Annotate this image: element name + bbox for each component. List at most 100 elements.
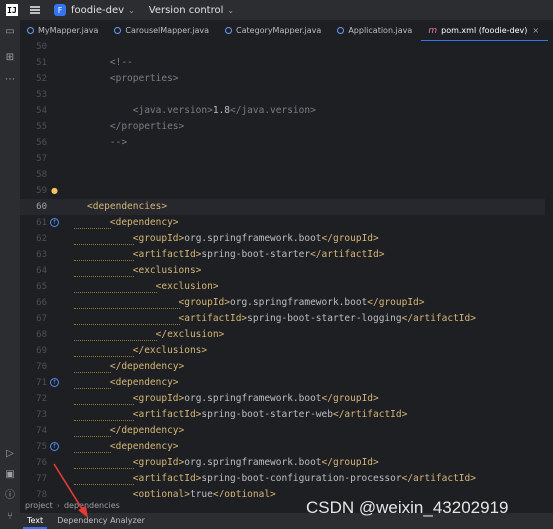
code-line[interactable]: 67 <artifactId>spring-boot-starter-loggi… — [20, 311, 553, 327]
terminal-icon[interactable]: ▣ — [4, 469, 16, 481]
chevron-down-icon[interactable]: ⌄ — [128, 6, 135, 15]
code-text: <properties> — [109, 73, 179, 84]
code-line[interactable]: 73 <artifactId>spring-boot-starter-web</… — [20, 407, 553, 423]
code-line[interactable]: 50 — [20, 41, 553, 55]
code-line[interactable]: 59 ● — [20, 183, 553, 199]
code-line[interactable]: 53 — [20, 87, 553, 103]
watermark-text: CSDN @weixin_43202919 — [306, 498, 509, 517]
code-line[interactable]: 63 <artifactId>spring-boot-starter</arti… — [20, 247, 553, 263]
code-line[interactable]: 62 <groupId>org.springframework.boot</gr… — [20, 231, 553, 247]
tab-mymapper[interactable]: MyMapper.java — [20, 20, 107, 41]
lightbulb-icon[interactable]: ● — [50, 186, 59, 195]
line-number[interactable]: 61 — [20, 215, 47, 231]
code-line[interactable]: 70 </dependency> — [20, 359, 553, 375]
code-editor[interactable]: 50 51 <!-- 52 <properties> 53 54 <java.versi… — [20, 41, 553, 497]
code-line[interactable]: 66 <groupId>org.springframework.boot</gr… — [20, 295, 553, 311]
tab-label: CategoryMapper.java — [236, 26, 322, 35]
line-number[interactable]: 74 — [20, 423, 47, 439]
line-number[interactable]: 68 — [20, 327, 47, 343]
code-line[interactable]: 51 <!-- — [20, 55, 553, 71]
tab-label: MyMapper.java — [38, 26, 99, 35]
line-number[interactable]: 66 — [20, 295, 47, 311]
line-number[interactable]: 73 — [20, 407, 47, 423]
line-number[interactable]: 55 — [20, 119, 47, 135]
tab-categorymapper[interactable]: CategoryMapper.java — [218, 20, 330, 41]
implemented-icon[interactable]: ↑ — [50, 378, 59, 387]
tab-carouselmapper[interactable]: CarouselMapper.java — [107, 20, 218, 41]
warning-underline — [74, 292, 157, 293]
code-line[interactable]: 74 </dependency> — [20, 423, 553, 439]
code-text: <!-- — [87, 57, 133, 68]
line-number[interactable]: 69 — [20, 343, 47, 359]
title-bar: IJ F foodie-dev ⌄ Version control ⌄ — [0, 0, 553, 20]
close-icon[interactable]: × — [532, 26, 539, 35]
code-line[interactable]: 64 <exclusions> — [20, 263, 553, 279]
line-number[interactable]: 65 — [20, 279, 47, 295]
code-line[interactable]: 69 </exclusions> — [20, 343, 553, 359]
run-icon[interactable]: ▷ — [4, 448, 16, 460]
warning-underline — [74, 244, 134, 245]
tab-pom-xml[interactable]: m pom.xml (foodie-dev) × — [421, 20, 548, 42]
line-number[interactable]: 59 — [20, 183, 47, 199]
code-line[interactable]: 58 — [20, 167, 553, 183]
warning-underline — [74, 308, 180, 309]
warning-underline — [74, 340, 157, 341]
code-line[interactable]: 52 <properties> — [20, 71, 553, 87]
line-number[interactable]: 72 — [20, 391, 47, 407]
code-line[interactable]: 75 ↑ <dependency> — [20, 439, 553, 455]
code-line[interactable]: 68 </exclusion> — [20, 327, 553, 343]
line-number[interactable]: 52 — [20, 71, 47, 87]
line-number[interactable]: 53 — [20, 87, 47, 103]
chevron-down-icon[interactable]: ⌄ — [227, 6, 234, 15]
code-line[interactable]: 61 ↑ <dependency> — [20, 215, 553, 231]
project-name[interactable]: foodie-dev — [71, 5, 124, 16]
code-line[interactable]: 55 </properties> — [20, 119, 553, 135]
more-icon[interactable]: ⋯ — [4, 74, 16, 86]
tab-label: pom.xml (foodie-dev) — [441, 26, 528, 35]
warning-underline — [74, 404, 134, 405]
git-icon[interactable]: ⑂ — [4, 511, 16, 523]
tab-label: Application.java — [348, 26, 413, 35]
code-text: <artifactId>spring-boot-configuration-pr… — [132, 473, 476, 484]
code-line[interactable]: 60 <dependencies> — [20, 199, 553, 215]
line-number[interactable]: 71 — [20, 375, 47, 391]
line-number[interactable]: 70 — [20, 359, 47, 375]
line-number[interactable]: 51 — [20, 55, 47, 71]
red-arrow-annotation — [53, 463, 88, 518]
folder-icon[interactable]: ▭ — [4, 26, 16, 38]
maven-icon: m — [428, 25, 438, 36]
tab-application[interactable]: Application.java — [330, 20, 421, 41]
line-number[interactable]: 56 — [20, 135, 47, 151]
structure-icon[interactable]: ⊞ — [4, 52, 16, 64]
line-number[interactable]: 57 — [20, 151, 47, 167]
code-line[interactable]: 57 — [20, 151, 553, 167]
code-text: <java.version>1.8</java.version> — [132, 105, 316, 116]
implemented-icon[interactable]: ↑ — [50, 442, 59, 451]
line-number[interactable]: 60 — [20, 199, 47, 215]
left-tool-strip: ▭ ⊞ ⋯ ▷ ▣ ⓘ ⑂ — [0, 20, 20, 529]
editor-scrollbar[interactable] — [545, 41, 553, 497]
code-line[interactable]: 72 <groupId>org.springframework.boot</gr… — [20, 391, 553, 407]
line-number[interactable]: 75 — [20, 439, 47, 455]
code-line[interactable]: 71 ↑ <dependency> — [20, 375, 553, 391]
line-number[interactable]: 54 — [20, 103, 47, 119]
warning-underline — [74, 260, 134, 261]
java-interface-icon — [225, 27, 233, 34]
code-line[interactable]: 54 <java.version>1.8</java.version> — [20, 103, 553, 119]
code-line[interactable]: 65 <exclusion> — [20, 279, 553, 295]
main-menu-icon[interactable] — [30, 6, 40, 14]
project-badge[interactable]: F — [54, 4, 66, 16]
code-line[interactable]: 56 --> — [20, 135, 553, 151]
line-number[interactable]: 62 — [20, 231, 47, 247]
problems-icon[interactable]: ⓘ — [4, 490, 16, 502]
ide-logo-icon[interactable]: IJ — [6, 4, 18, 16]
line-number[interactable]: 67 — [20, 311, 47, 327]
line-number[interactable]: 58 — [20, 167, 47, 183]
line-number[interactable]: 64 — [20, 263, 47, 279]
version-control-menu[interactable]: Version control — [149, 5, 224, 16]
line-number[interactable]: 50 — [20, 41, 47, 55]
implemented-icon[interactable]: ↑ — [50, 218, 59, 227]
code-text: <optional>true</optional> — [132, 489, 276, 497]
line-number[interactable]: 63 — [20, 247, 47, 263]
tab-label: CarouselMapper.java — [125, 26, 210, 35]
